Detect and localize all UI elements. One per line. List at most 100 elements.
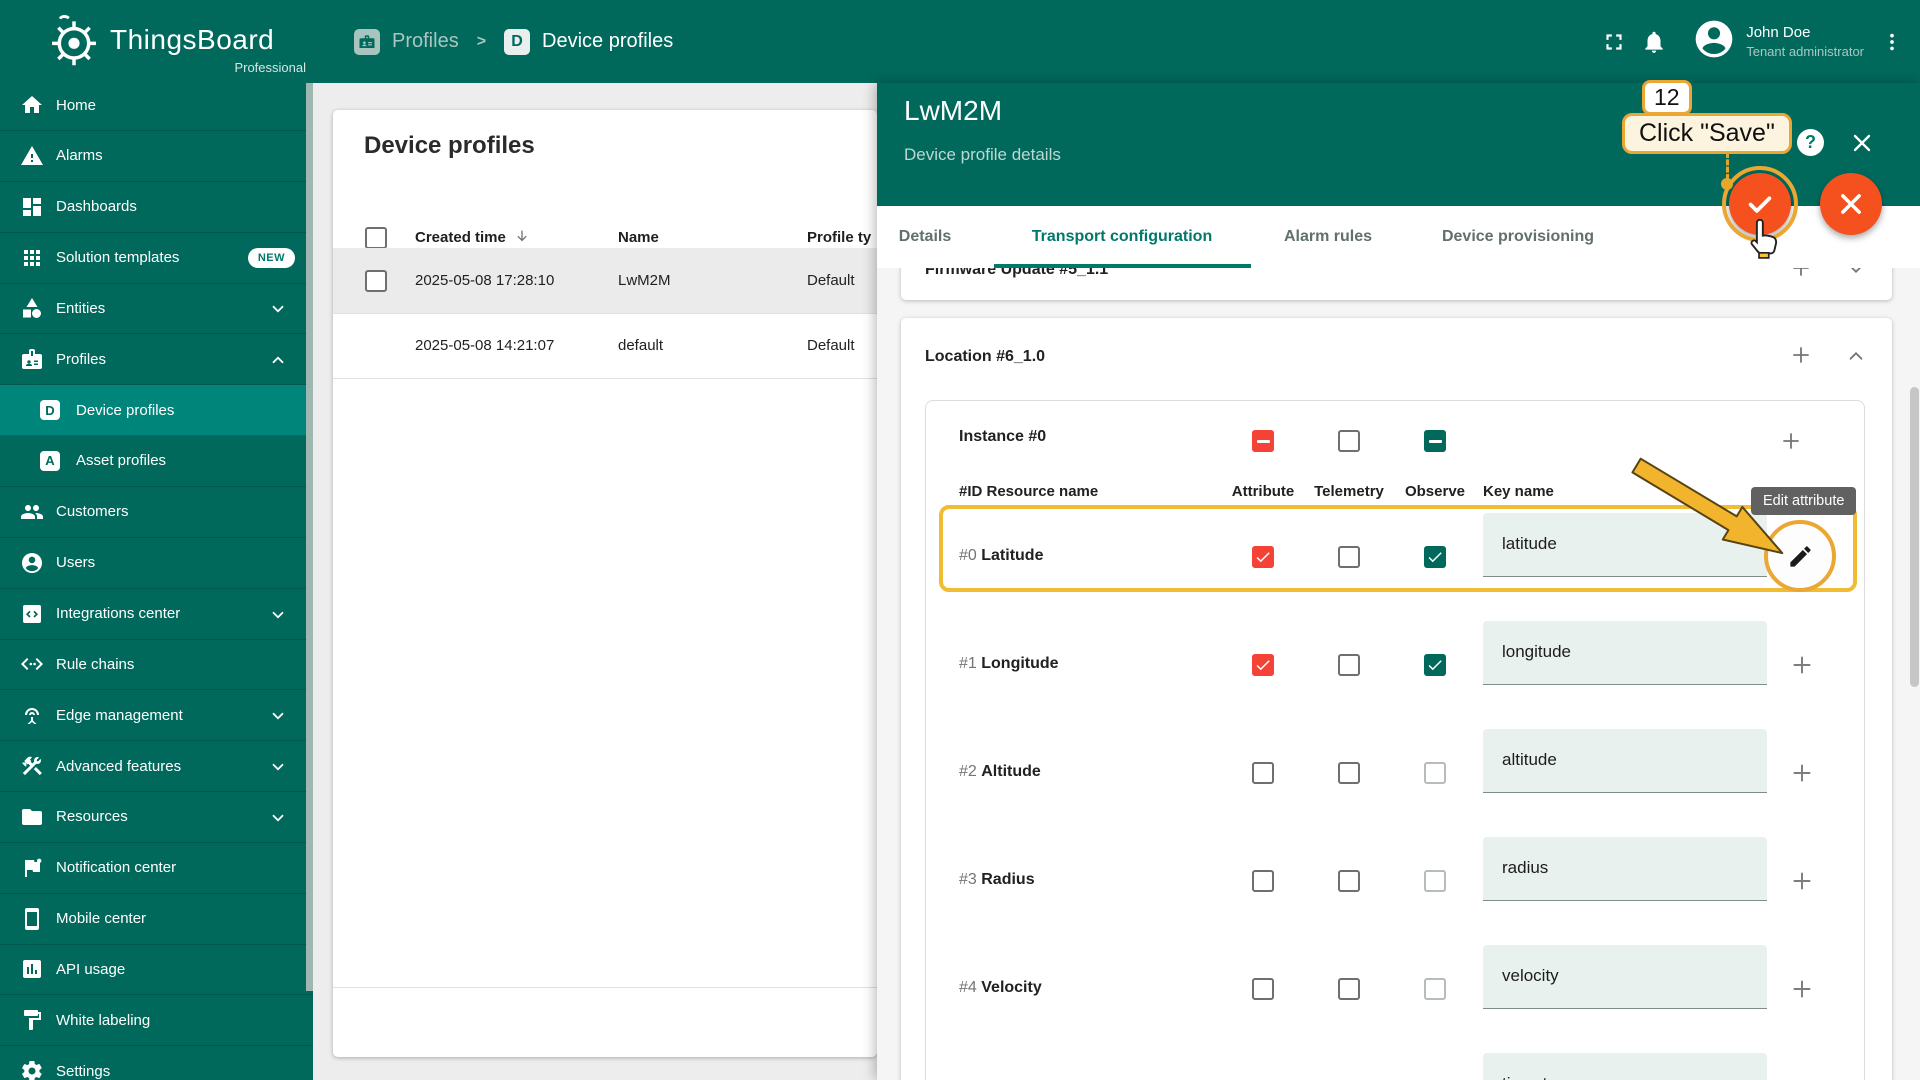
category-icon [20, 296, 44, 320]
altitude-telemetry-checkbox[interactable] [1338, 762, 1360, 784]
tab-alarm-rules[interactable]: Alarm rules [1284, 206, 1372, 268]
sidebar-item-mobile-center[interactable]: Mobile center [0, 894, 313, 945]
location-add-instance-icon[interactable] [1789, 343, 1813, 367]
location-collapse-chevron-up-icon[interactable] [1845, 345, 1869, 369]
add-attribute-icon-altitude[interactable] [1789, 760, 1815, 786]
velocity-telemetry-checkbox[interactable] [1338, 978, 1360, 1000]
alarm-icon [20, 144, 44, 168]
radius-observe-checkbox[interactable] [1424, 870, 1446, 892]
gear-icon [20, 1059, 44, 1080]
notifications-bell-icon[interactable] [1634, 22, 1674, 62]
close-icon[interactable] [1850, 131, 1874, 155]
help-icon[interactable]: ? [1797, 129, 1824, 156]
location-section: Location #6_1.0 Instance #0 #ID Resource… [901, 318, 1892, 1080]
instance-title: Instance #0 [959, 428, 1047, 445]
select-all-checkbox[interactable] [365, 226, 387, 249]
kebab-menu-icon[interactable] [1872, 22, 1912, 62]
construction-icon [20, 754, 44, 778]
cancel-button[interactable] [1820, 173, 1882, 235]
sidebar-item-users[interactable]: Users [0, 538, 313, 589]
sidebar-item-advanced-features[interactable]: Advanced features [0, 741, 313, 793]
flag-icon [20, 856, 44, 880]
chevron-down-icon [269, 809, 285, 825]
resource-label-velocity: #4 Velocity [959, 979, 1042, 996]
velocity-observe-checkbox[interactable] [1424, 978, 1446, 1000]
window-scrollbar[interactable] [1910, 387, 1919, 687]
sidebar-item-white-labeling[interactable]: White labeling [0, 995, 313, 1047]
key-name-field-altitude[interactable]: altitude [1483, 729, 1767, 793]
sidebar-item-rule-chains[interactable]: Rule chains [0, 639, 313, 691]
profiles-breadcrumb-icon [354, 28, 380, 55]
sidebar-item-label: API usage [56, 960, 126, 978]
sidebar-item-edge-management[interactable]: Edge management [0, 690, 313, 742]
key-name-field-timestamp[interactable]: timestamp [1483, 1053, 1767, 1080]
sidebar-item-label: Users [56, 554, 96, 572]
sidebar-item-api-usage[interactable]: API usage [0, 944, 313, 996]
sidebar-item-customers[interactable]: Customers [0, 487, 313, 538]
edit-attribute-tooltip: Edit attribute [1751, 487, 1857, 515]
annotation-connector-line [1726, 152, 1729, 180]
altitude-attribute-checkbox[interactable] [1252, 762, 1274, 784]
radius-telemetry-checkbox[interactable] [1338, 870, 1360, 892]
sidebar-item-device-profiles[interactable]: D Device profiles [0, 385, 313, 437]
key-name-field-radius[interactable]: radius [1483, 837, 1767, 901]
sidebar-item-entities[interactable]: Entities [0, 283, 313, 335]
add-attribute-icon-radius[interactable] [1789, 868, 1815, 894]
sidebar-item-integrations-center[interactable]: Integrations center [0, 589, 313, 640]
observe-column-checkbox[interactable] [1424, 430, 1446, 452]
altitude-observe-checkbox[interactable] [1424, 762, 1446, 784]
table-row-LwM2M[interactable]: 2025-05-08 17:28:10 LwM2M Default [333, 248, 877, 313]
tab-device-provisioning[interactable]: Device provisioning [1442, 206, 1594, 268]
attribute-column-checkbox[interactable] [1252, 430, 1274, 452]
latitude-attribute-checkbox[interactable] [1252, 546, 1274, 568]
sidebar-scrollbar[interactable] [306, 83, 313, 991]
user-menu[interactable]: John Doe Tenant administrator [1692, 17, 1864, 66]
ethernet-icon [20, 652, 44, 676]
tab-details[interactable]: Details [899, 206, 951, 268]
thingsboard-logo[interactable]: ThingsBoard Professional [46, 10, 306, 77]
sort-descending-icon[interactable] [514, 228, 530, 248]
cell-name: default [618, 337, 664, 354]
latitude-observe-checkbox[interactable] [1424, 546, 1446, 568]
longitude-attribute-checkbox[interactable] [1252, 654, 1274, 676]
breadcrumb-parent[interactable]: Profiles [392, 30, 459, 53]
instance-add-resource-icon[interactable] [1779, 429, 1803, 453]
table-row-default[interactable]: 2025-05-08 14:21:07 default Default [333, 313, 877, 378]
add-attribute-icon-velocity[interactable] [1789, 976, 1815, 1002]
panel-subtitle: Device profile details [904, 145, 1061, 164]
sidebar-item-notification-center[interactable]: Notification center [0, 843, 313, 894]
sidebar-item-profiles[interactable]: Profiles [0, 334, 313, 386]
integration-icon [20, 602, 44, 626]
sidebar-item-label: Resources [56, 808, 128, 826]
dashboards-icon [20, 195, 44, 219]
add-attribute-icon-longitude[interactable] [1789, 652, 1815, 678]
cell-created-time: 2025-05-08 17:28:10 [415, 272, 555, 289]
longitude-telemetry-checkbox[interactable] [1338, 654, 1360, 676]
telemetry-column-checkbox[interactable] [1338, 430, 1360, 452]
badge-icon [20, 347, 44, 371]
row-checkbox[interactable] [365, 269, 387, 292]
sidebar-item-home[interactable]: Home [0, 83, 313, 131]
cell-profile-type: Default [807, 272, 855, 289]
latitude-telemetry-checkbox[interactable] [1338, 546, 1360, 568]
sidebar-item-label: Edge management [56, 706, 183, 724]
fullscreen-icon[interactable] [1594, 22, 1634, 62]
sidebar-item-label: Settings [56, 1062, 111, 1080]
annotation-callout: Click "Save" [1622, 113, 1792, 154]
key-name-field-longitude[interactable]: longitude [1483, 621, 1767, 685]
key-name-field-velocity[interactable]: velocity [1483, 945, 1767, 1009]
sidebar-item-resources[interactable]: Resources [0, 792, 313, 843]
longitude-observe-checkbox[interactable] [1424, 654, 1446, 676]
folder-icon [20, 805, 44, 829]
sidebar-item-settings[interactable]: Settings [0, 1046, 313, 1080]
sidebar-item-label: Solution templates [56, 249, 180, 267]
sidebar-item-alarms[interactable]: Alarms [0, 131, 313, 182]
sidebar-item-solution-templates[interactable]: Solution templates NEW [0, 233, 313, 284]
antenna-icon [20, 703, 44, 727]
sidebar-item-asset-profiles[interactable]: A Asset profiles [0, 436, 313, 487]
radius-attribute-checkbox[interactable] [1252, 870, 1274, 892]
tab-transport-configuration[interactable]: Transport configuration [1032, 206, 1212, 268]
velocity-attribute-checkbox[interactable] [1252, 978, 1274, 1000]
sidebar-item-dashboards[interactable]: Dashboards [0, 182, 313, 233]
table-title: Device profiles [364, 132, 535, 159]
